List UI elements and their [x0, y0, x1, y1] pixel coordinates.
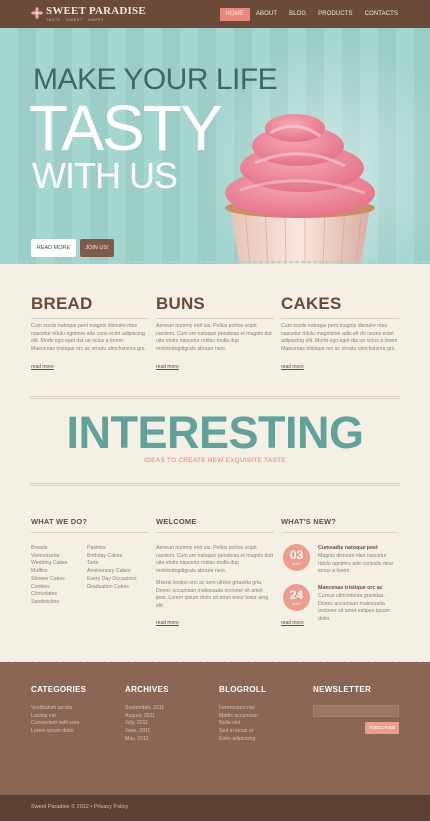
list-item[interactable]: Breads [31, 545, 68, 553]
main-nav: HOME ABOUT BLOG PRODUCTS CONTACTS [219, 8, 404, 21]
news-title[interactable]: Cumsadis natoque peet [318, 545, 378, 551]
list-item[interactable]: Sandwiches [31, 599, 68, 607]
services-list-a: Breads Viennoiserie Wedding Cakes Muffin… [31, 545, 68, 607]
footer-link[interactable]: May, 2011 [125, 736, 164, 744]
double-divider [30, 483, 400, 486]
blogroll-list: Fermentum nisl Mattis accumsan Nulla nis… [219, 705, 258, 744]
list-item[interactable]: Graduation Cakes [87, 584, 137, 592]
archives-title: ARCHIVES [125, 685, 169, 694]
copyright-text: Sweet Paradise © 2012 • Privacy Policy [31, 804, 129, 810]
list-item[interactable]: Pastries [87, 545, 137, 553]
interesting-heading: INTERESTING [66, 407, 364, 458]
news-title[interactable]: Maecenas tristique orc ac [318, 585, 383, 591]
categories-title: CATEGORIES [31, 685, 87, 694]
divider [31, 318, 149, 319]
nav-contacts[interactable]: CONTACTS [359, 8, 404, 21]
welcome-title: WELCOME [156, 517, 197, 526]
divider [156, 318, 274, 319]
footer-link[interactable]: Lorem ipsum dolor [31, 728, 79, 736]
list-item[interactable]: Anniversary Cakes [87, 568, 137, 576]
column-title: BREAD [31, 294, 93, 313]
interesting-subtitle: IDEAS TO CREATE NEW EXQUISITE TASTE [144, 457, 286, 464]
cakes-read-more-link[interactable]: read more [281, 364, 304, 370]
flower-logo-icon [31, 7, 43, 19]
column-title: BUNS [156, 294, 205, 313]
divider [281, 532, 399, 533]
bread-read-more-link[interactable]: read more [31, 364, 54, 370]
hero-line-1: MAKE YOUR LIFE [33, 63, 278, 96]
nav-products[interactable]: PRODUCTS [312, 8, 358, 21]
list-item[interactable]: Tarts [87, 560, 137, 568]
list-item[interactable]: Muffins [31, 568, 68, 576]
list-item[interactable]: Chocolates [31, 591, 68, 599]
footer-link[interactable]: July, 2011 [125, 720, 164, 728]
list-item[interactable]: Shower Cakes [31, 576, 68, 584]
nav-blog[interactable]: BLOG [283, 8, 312, 21]
column-text: Aenean nummy enit uis. Pellus portoo sci… [156, 323, 272, 352]
nav-about[interactable]: ABOUT [250, 8, 283, 21]
double-divider [30, 396, 400, 399]
newsletter-email-input[interactable] [313, 705, 399, 717]
cupcake-image [225, 114, 375, 264]
date-month: JULY [291, 561, 302, 566]
date-day: 03 [289, 548, 304, 562]
join-us-button[interactable]: JOIN US! [80, 239, 114, 257]
footer-link[interactable]: Enim adipiscing [219, 736, 258, 744]
footer-link[interactable]: Nulla nisl [219, 720, 258, 728]
welcome-paragraph-1: Aenean nummy enit uis. Pellus portoo sci… [156, 545, 274, 574]
divider [156, 532, 274, 533]
divider [31, 532, 149, 533]
list-item[interactable]: Viennoiserie [31, 553, 68, 561]
column-title: CAKES [281, 294, 342, 313]
categories-list: Vestibulum iaculis Lacinia est Consectem… [31, 705, 79, 736]
column-cakes: CAKES Cum sociis natoque pent magnis dis… [281, 294, 399, 353]
footer-link[interactable]: Fermentum nisl [219, 705, 258, 713]
column-text: Cum sociis natoque pent magnis disnuire … [31, 323, 146, 352]
column-text: Cum sociis natoque pent magnis disnuire … [281, 323, 399, 352]
blogroll-title: BLOGROLL [219, 685, 267, 694]
list-item[interactable]: Every Day Occasions [87, 576, 137, 584]
divider [281, 318, 399, 319]
footer-link[interactable]: Consectem velit sora [31, 720, 79, 728]
nav-home[interactable]: HOME [219, 8, 250, 21]
list-item[interactable]: Birthday Cakes [87, 553, 137, 561]
read-more-button[interactable]: READ MORE [31, 239, 76, 257]
logo[interactable]: SWEET PARADISE TASTE · SWEET · HAPPY [31, 6, 146, 23]
footer-link[interactable]: Vestibulum iaculis [31, 705, 79, 713]
date-month: JULY [291, 601, 302, 606]
footer-link[interactable]: June, 2011 [125, 728, 164, 736]
logo-title: SWEET PARADISE [46, 5, 146, 17]
archives-list: September, 2011 August, 2011 July, 2011 … [125, 705, 164, 744]
newsletter-title: NEWSLETTER [313, 685, 372, 694]
list-item[interactable]: Cookies [31, 584, 68, 592]
welcome-paragraph-2: Mserai lesitos orci ac sem ultrice grtav… [156, 580, 269, 609]
date-day: 24 [289, 588, 304, 602]
column-buns: BUNS Aenean nummy enit uis. Pellus porto… [156, 294, 274, 353]
welcome-read-more-link[interactable]: read more [156, 620, 179, 626]
footer-scallop-edge [0, 660, 430, 664]
date-badge: 03 JULY [283, 544, 310, 571]
what-we-do-title: WHAT WE DO? [31, 517, 88, 526]
hero-banner: MAKE YOUR LIFE TASTY WITH US READ MORE J… [0, 28, 430, 264]
date-badge: 24 JULY [283, 584, 310, 611]
footer-link[interactable]: Sed in lacus ut [219, 728, 258, 736]
footer-link[interactable]: September, 2011 [125, 705, 164, 713]
hero-line-3: WITH US [32, 155, 178, 196]
logo-subtitle: TASTE · SWEET · HAPPY [46, 17, 104, 22]
whats-new-read-more-link[interactable]: read more [281, 620, 304, 626]
footer-link[interactable]: August, 2011 [125, 713, 164, 721]
footer-link[interactable]: Lacinia est [31, 713, 79, 721]
hero-scallop-edge [0, 261, 430, 265]
site-header: SWEET PARADISE TASTE · SWEET · HAPPY HOM… [0, 0, 430, 28]
news-text: Magnis disnuire nles nascetur ridulu ogn… [318, 553, 394, 575]
whats-new-title: WHAT'S NEW? [281, 517, 337, 526]
hero-line-2: TASTY [29, 92, 222, 164]
services-list-b: Pastries Birthday Cakes Tarts Anniversar… [87, 545, 137, 591]
news-text: Cursus ultricmlenta gravidas. Donec accu… [318, 593, 390, 622]
list-item[interactable]: Wedding Cakes [31, 560, 68, 568]
column-bread: BREAD Cum sociis natoque pent magnis dis… [31, 294, 149, 353]
subscribe-button[interactable]: SUBSCRIBE [365, 722, 399, 734]
buns-read-more-link[interactable]: read more [156, 364, 179, 370]
footer-link[interactable]: Mattis accumsan [219, 713, 258, 721]
